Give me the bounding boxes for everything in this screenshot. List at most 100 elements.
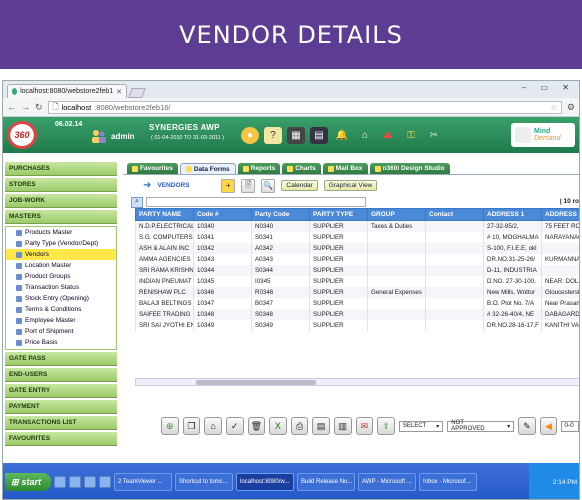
column-header[interactable]: PARTY NAME bbox=[135, 208, 194, 221]
tab-design-studio[interactable]: n360i Design Studio bbox=[369, 163, 450, 174]
tab-mail-box[interactable]: Mail Box bbox=[322, 163, 368, 174]
column-header[interactable]: Party Code bbox=[251, 208, 310, 221]
sidebar-section-transactions-list[interactable]: TRANSACTIONS LIST bbox=[5, 416, 117, 430]
previous-page-icon[interactable]: ◀ bbox=[539, 417, 558, 435]
forward-icon[interactable]: → bbox=[21, 102, 30, 112]
sidebar-section-gate-pass[interactable]: GATE PASS bbox=[5, 352, 117, 366]
sidebar-item-transaction-status[interactable]: Transaction Status bbox=[6, 282, 116, 293]
column-header[interactable]: GROUP bbox=[367, 208, 426, 221]
graphical-view-button[interactable]: Graphical View bbox=[323, 180, 378, 191]
column-header[interactable]: Contact bbox=[425, 208, 484, 221]
table-row[interactable]: ASH & ALAIN INC 10342 A0342 SUPPLIER S-100, … bbox=[135, 242, 579, 254]
sidebar-item-party-type[interactable]: Party Type (Vendor/Dept) bbox=[6, 238, 116, 249]
back-icon[interactable]: ← bbox=[7, 102, 16, 112]
close-tab-icon[interactable]: ✕ bbox=[116, 88, 122, 96]
taskbar-item-teamviewer[interactable]: 2 TeamViewer ... bbox=[114, 473, 172, 491]
calendar-button[interactable]: Calendar bbox=[281, 180, 318, 191]
sidebar-section-masters[interactable]: MASTERS bbox=[5, 210, 117, 224]
add-record-icon[interactable]: ⊕ bbox=[161, 417, 179, 435]
sidebar-section-end-users[interactable]: END-USERS bbox=[5, 368, 117, 382]
table-row[interactable]: SRI SAI JYOTHI EN 10349 S0349 SUPPLIER DR.NO… bbox=[135, 319, 579, 331]
sidebar-section-favourites[interactable]: FAVOURITES bbox=[5, 432, 117, 446]
table-row[interactable]: INDIAN PNEUMAT 10345 I0345 SUPPLIER D.NO. 27… bbox=[135, 275, 579, 287]
copy-icon[interactable]: ❐ bbox=[182, 417, 201, 435]
document-icon[interactable]: 🗎 bbox=[241, 178, 256, 193]
upload-icon[interactable]: ⇪ bbox=[377, 417, 395, 435]
sidebar-item-stock-entry[interactable]: Stock Entry (Opening) bbox=[6, 293, 116, 304]
tools-icon[interactable]: ✂ bbox=[425, 127, 443, 144]
column-header[interactable]: Code # bbox=[193, 208, 252, 221]
window-controls[interactable]: – ▭ ✕ bbox=[522, 83, 575, 92]
calendar-icon[interactable]: ▤ bbox=[310, 127, 328, 144]
horizontal-scrollbar[interactable] bbox=[135, 378, 579, 386]
taskbar-item-localhost[interactable]: localhost:8080/w... bbox=[236, 473, 294, 491]
table-row[interactable]: SAIFEE TRADING 10348 S0348 SUPPLIER # 32-26-… bbox=[135, 308, 579, 320]
filter-input[interactable] bbox=[146, 197, 366, 207]
sidebar-item-employee-master[interactable]: Employee Master bbox=[6, 315, 116, 326]
edit-icon[interactable]: ✎ bbox=[518, 417, 536, 435]
tab-reports[interactable]: Reports bbox=[237, 163, 281, 174]
desktop-icon[interactable] bbox=[69, 476, 81, 488]
table-row[interactable]: N.D.P.ELECTRICAL 10340 N0340 SUPPLIER Taxes … bbox=[135, 220, 579, 232]
approve-icon[interactable]: ✓ bbox=[225, 417, 244, 435]
filter-search-icon[interactable]: ⌕ bbox=[131, 196, 143, 208]
column-header[interactable]: ADDRESS 2 bbox=[541, 208, 579, 221]
start-button[interactable]: ⊞ start bbox=[5, 473, 51, 491]
sidebar-section-purchases[interactable]: PURCHASES bbox=[5, 162, 117, 176]
sidebar-item-port-of-shipment[interactable]: Port of Shipment bbox=[6, 326, 116, 337]
sidebar-item-terms[interactable]: Terms & Conditions bbox=[6, 304, 116, 315]
tab-favourites[interactable]: Favourites bbox=[127, 163, 178, 174]
app-icon[interactable] bbox=[99, 476, 111, 488]
taskbar-item-build-release[interactable]: Build Release No... bbox=[297, 473, 355, 491]
folder-icon[interactable] bbox=[84, 476, 96, 488]
taskbar-item-inbox[interactable]: Inbox - Microsof... bbox=[419, 473, 477, 491]
table-row[interactable]: SRI RAMA KRISHNA 10344 S0344 SUPPLIER D-11, … bbox=[135, 264, 579, 276]
sidebar-section-gate-entry[interactable]: GATE ENTRY bbox=[5, 384, 117, 398]
print-icon[interactable]: ⎙ bbox=[290, 417, 309, 435]
coin-icon[interactable]: ● bbox=[241, 127, 259, 144]
calculator-icon[interactable]: ▦ bbox=[287, 127, 305, 144]
table-row[interactable]: BALAJI BELTINGS 10347 B0347 SUPPLIER B.O. Pl… bbox=[135, 297, 579, 309]
status-dropdown[interactable]: NOT APPROVED ▾ bbox=[447, 420, 515, 432]
taskbar-item-awp[interactable]: AWP - Microsoft ... bbox=[358, 473, 416, 491]
sidebar-item-price-basis[interactable]: Price Basis bbox=[6, 337, 116, 348]
print-preview-icon[interactable]: ▤ bbox=[312, 417, 330, 435]
ie-icon[interactable] bbox=[54, 476, 66, 488]
exit-icon[interactable]: ⏏ bbox=[379, 127, 397, 144]
scrollbar-thumb[interactable] bbox=[196, 380, 316, 385]
delete-icon[interactable]: 🗑 bbox=[247, 417, 266, 435]
search-icon[interactable]: 🔍 bbox=[261, 178, 276, 193]
home-record-icon[interactable]: ⌂ bbox=[204, 417, 222, 435]
bell-icon[interactable]: 🔔 bbox=[333, 127, 351, 144]
column-header[interactable]: PARTY TYPE bbox=[309, 208, 368, 221]
table-cell: # 10, MOGHALMA bbox=[483, 231, 542, 243]
select-dropdown[interactable]: SELECT ▾ bbox=[398, 420, 444, 432]
table-row[interactable]: S.G. COMPUTERS 10341 S0341 SUPPLIER # 10, MO… bbox=[135, 231, 579, 243]
wrench-icon[interactable]: ⚙ bbox=[567, 102, 575, 113]
url-input[interactable]: 🗋 localhost:8080/webstore2feb16/ ☆ bbox=[47, 100, 562, 114]
tab-charts[interactable]: Charts bbox=[282, 163, 321, 174]
new-tab-button[interactable] bbox=[128, 88, 146, 98]
sidebar-section-stores[interactable]: STORES bbox=[5, 178, 117, 192]
sidebar-section-job-work[interactable]: JOB-WORK bbox=[5, 194, 117, 208]
sidebar-item-vendors[interactable]: Vendors bbox=[6, 249, 116, 260]
table-row[interactable]: AMMA AGENCIES 10343 A0343 SUPPLIER DR.NO.31-… bbox=[135, 253, 579, 265]
excel-icon[interactable]: X bbox=[269, 417, 287, 435]
tab-data-forms[interactable]: Data Forms bbox=[179, 163, 236, 174]
table-row[interactable]: RENISHAW PLC 10346 R0346 SUPPLIER General Ex… bbox=[135, 286, 579, 298]
sidebar-item-products-master[interactable]: Products Master bbox=[6, 227, 116, 238]
sidebar-section-payment[interactable]: PAYMENT bbox=[5, 400, 117, 414]
print-setup-icon[interactable]: ▥ bbox=[334, 417, 352, 435]
key-icon[interactable]: ⚿ bbox=[402, 127, 420, 144]
sidebar-item-location-master[interactable]: Location Master bbox=[6, 260, 116, 271]
add-icon[interactable]: + bbox=[221, 178, 236, 193]
reload-icon[interactable]: ↻ bbox=[35, 102, 43, 113]
taskbar-item-shortcut[interactable]: Shortcut to tomc... bbox=[175, 473, 233, 491]
bookmark-star-icon[interactable]: ☆ bbox=[550, 103, 557, 112]
browser-tab[interactable]: localhost:8080/webstore2feb1 ✕ bbox=[7, 84, 127, 98]
help-icon[interactable]: ? bbox=[264, 127, 282, 144]
mail-icon[interactable]: ✉ bbox=[355, 417, 374, 435]
sidebar-item-product-groups[interactable]: Product Groups bbox=[6, 271, 116, 282]
column-header[interactable]: ADDRESS 1 bbox=[483, 208, 542, 221]
home-icon[interactable]: ⌂ bbox=[356, 127, 374, 144]
